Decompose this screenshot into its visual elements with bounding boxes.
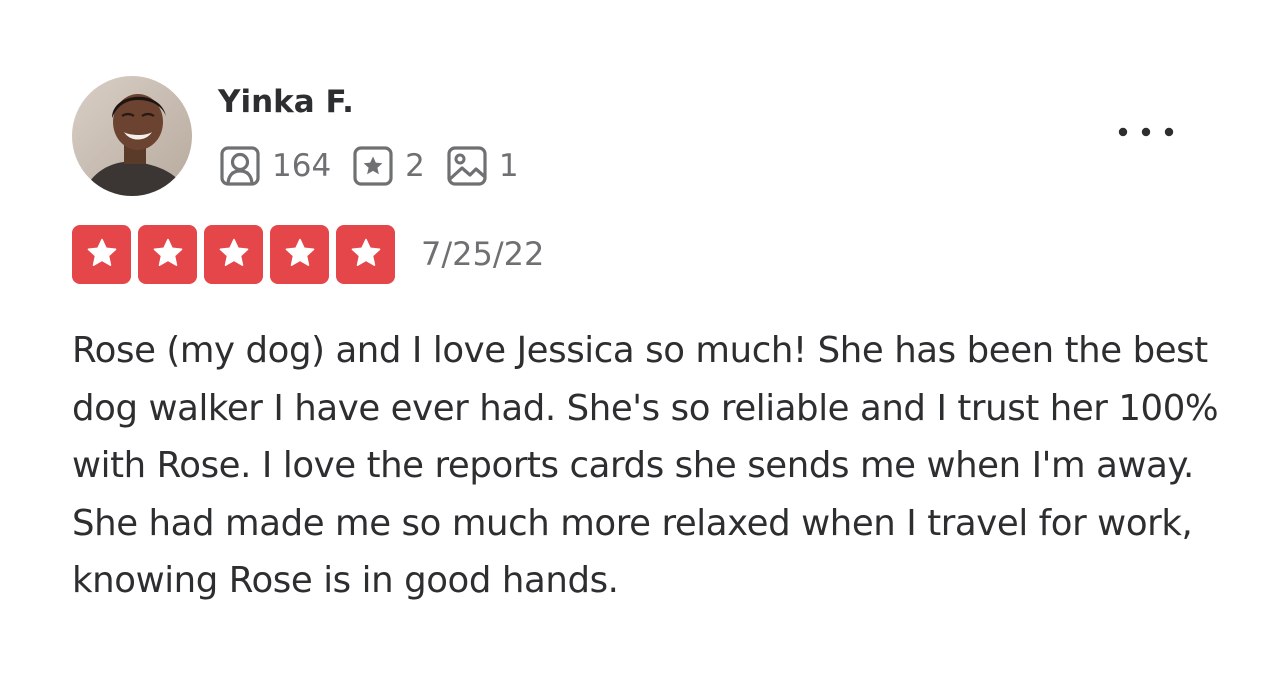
star-icon bbox=[285, 238, 314, 266]
avatar[interactable] bbox=[72, 76, 192, 196]
rating-star bbox=[204, 224, 263, 284]
photos-icon bbox=[445, 144, 489, 188]
review-date: 7/25/22 bbox=[421, 235, 545, 273]
reviews-count: 2 bbox=[405, 148, 425, 184]
friends-icon bbox=[218, 144, 262, 188]
rating-row: 7/25/22 bbox=[72, 224, 544, 284]
reviews-stat: 2 bbox=[351, 144, 425, 188]
reviews-star-icon bbox=[351, 144, 395, 188]
star-icon bbox=[351, 238, 380, 266]
reviewer-photo bbox=[72, 76, 192, 196]
photos-stat: 1 bbox=[445, 144, 519, 188]
rating-star bbox=[138, 224, 197, 284]
rating-star bbox=[336, 224, 395, 284]
more-options-icon bbox=[1118, 127, 1174, 137]
review-card: Yinka F. 164 2 1 7/25/22 Rose (my dog) a… bbox=[0, 0, 1284, 685]
rating-star bbox=[270, 224, 329, 284]
star-icon bbox=[87, 238, 116, 266]
reviewer-name[interactable]: Yinka F. bbox=[218, 80, 354, 124]
reviewer-stats: 164 2 1 bbox=[218, 144, 539, 188]
review-body: Rose (my dog) and I love Jessica so much… bbox=[72, 330, 1219, 601]
star-rating bbox=[72, 224, 402, 284]
star-icon bbox=[153, 238, 182, 266]
star-icon bbox=[219, 238, 248, 266]
friends-stat: 164 bbox=[218, 144, 331, 188]
more-options-button[interactable] bbox=[1106, 106, 1186, 158]
photos-count: 1 bbox=[498, 148, 519, 184]
rating-star bbox=[72, 224, 131, 284]
friends-count: 164 bbox=[272, 148, 332, 184]
